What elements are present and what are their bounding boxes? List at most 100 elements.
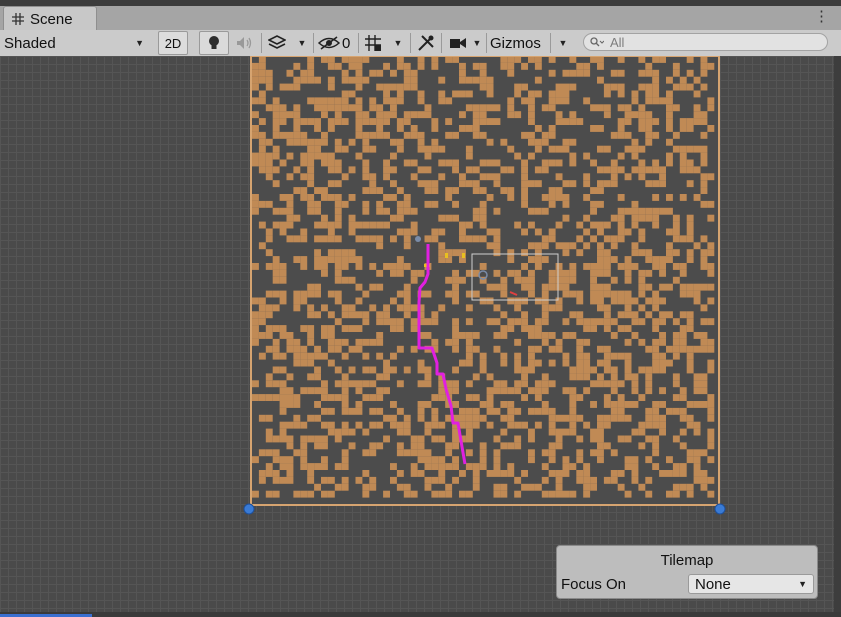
tile	[279, 207, 287, 215]
gizmos-button[interactable]: Gizmos	[490, 31, 550, 55]
camera-button[interactable]	[446, 31, 470, 55]
tile	[672, 249, 680, 257]
tile	[638, 56, 646, 63]
tile	[500, 56, 508, 63]
speaker-icon	[237, 37, 252, 49]
tile	[576, 345, 584, 353]
tile	[672, 470, 680, 477]
tile	[597, 456, 604, 464]
tile	[521, 166, 528, 174]
tools-button[interactable]	[414, 31, 438, 55]
tile	[334, 366, 342, 374]
tile	[376, 131, 384, 139]
tile	[390, 180, 397, 188]
tile	[652, 345, 660, 353]
tile	[459, 62, 466, 70]
tile	[265, 428, 273, 436]
camera-dropdown[interactable]: ▼	[470, 31, 484, 55]
toggle-2d-button[interactable]: 2D	[158, 31, 188, 55]
tile	[659, 401, 666, 408]
resize-handle-left[interactable]	[243, 503, 255, 515]
resize-handle-right[interactable]	[714, 503, 726, 515]
tile	[465, 345, 473, 353]
tile	[652, 318, 660, 326]
tile	[383, 118, 390, 125]
grid-snap-icon	[365, 35, 381, 51]
tile	[541, 387, 549, 395]
player-marker[interactable]	[415, 236, 421, 242]
tile	[548, 69, 556, 77]
tile	[314, 345, 321, 353]
tab-scene[interactable]: Scene	[3, 6, 97, 31]
tile	[486, 159, 494, 167]
tile	[383, 490, 390, 498]
tile	[272, 435, 280, 443]
focus-on-dropdown[interactable]: None ▼	[688, 574, 814, 594]
tile	[624, 359, 632, 367]
tile	[679, 235, 687, 243]
draw-mode-dropdown[interactable]: Shaded ▼	[0, 31, 150, 55]
effects-button[interactable]	[264, 31, 290, 55]
grid-snap-button[interactable]	[362, 31, 384, 55]
tile	[493, 173, 501, 181]
scene-scrollbar[interactable]	[834, 56, 841, 612]
tile	[459, 180, 466, 188]
grid-dropdown[interactable]: ▼	[390, 31, 406, 55]
tile	[700, 345, 708, 353]
tile	[528, 104, 535, 112]
tile	[258, 97, 266, 105]
audio-toggle-button[interactable]	[231, 31, 259, 55]
tile	[652, 463, 660, 470]
tile	[569, 421, 577, 429]
tile	[603, 269, 611, 277]
scene-visibility-button[interactable]: 0	[318, 31, 356, 55]
tile	[562, 387, 570, 395]
tile	[555, 83, 563, 91]
tile	[424, 180, 432, 188]
tile	[396, 207, 404, 215]
tile	[369, 407, 377, 415]
tile	[396, 97, 404, 105]
tile	[362, 56, 370, 63]
tile	[410, 463, 418, 470]
scene-search-input[interactable]: All	[583, 33, 828, 51]
tile	[624, 456, 632, 464]
tile	[445, 483, 453, 491]
tile	[603, 249, 611, 257]
tile	[693, 145, 701, 153]
tile	[362, 145, 370, 153]
tile	[679, 83, 687, 91]
tile	[548, 131, 556, 139]
tile	[410, 490, 418, 498]
tile	[631, 311, 639, 319]
tile	[507, 56, 515, 63]
more-options-icon[interactable]: ⋮	[814, 9, 829, 25]
tile	[548, 442, 556, 450]
gizmos-dropdown[interactable]: ▼	[554, 31, 572, 55]
tile	[424, 290, 432, 298]
tile	[362, 470, 370, 477]
lighting-toggle-button[interactable]	[199, 31, 229, 55]
tile	[479, 118, 487, 125]
tile	[700, 318, 708, 326]
tile	[521, 228, 528, 236]
tile	[321, 325, 328, 332]
tile	[521, 200, 528, 208]
tile	[314, 463, 321, 470]
tile	[597, 76, 604, 84]
tile	[300, 421, 308, 429]
tile	[396, 187, 404, 194]
tile	[638, 483, 646, 491]
scene-canvas[interactable]	[0, 56, 834, 612]
tile	[321, 435, 328, 443]
scene-viewport[interactable]	[0, 56, 834, 612]
effects-dropdown[interactable]: ▼	[294, 31, 310, 55]
tile	[562, 249, 570, 257]
tile	[672, 276, 680, 284]
tile	[265, 394, 273, 401]
tile	[410, 276, 418, 284]
tile	[541, 476, 549, 484]
tile	[631, 166, 639, 174]
tile	[638, 283, 646, 291]
tile	[258, 394, 266, 401]
